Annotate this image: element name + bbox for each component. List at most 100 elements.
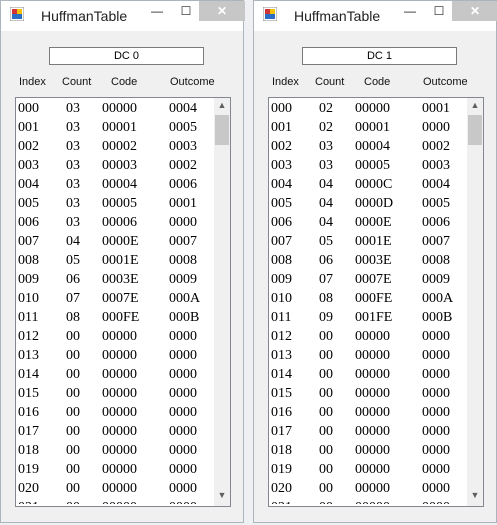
- cell-index: 004: [18, 177, 39, 192]
- cell-count: 03: [66, 158, 80, 173]
- scroll-thumb[interactable]: [215, 115, 229, 145]
- cell-outcome: 0000: [422, 348, 450, 363]
- cell-outcome: 0000: [422, 329, 450, 344]
- cell-index: 014: [18, 367, 39, 382]
- table-row[interactable]: 005 04 0000D 0005: [271, 195, 467, 214]
- scroll-down-arrow-icon[interactable]: ▼: [214, 490, 230, 504]
- table-row[interactable]: 000 02 00000 0001: [271, 100, 467, 119]
- minimize-button[interactable]: —: [144, 1, 170, 21]
- column-header-code: Code: [111, 76, 138, 88]
- table-row[interactable]: 020 00 00000 0000: [271, 480, 467, 499]
- table-row[interactable]: 015 00 00000 0000: [18, 385, 214, 404]
- table-row[interactable]: 009 06 0003E 0009: [18, 271, 214, 290]
- table-row[interactable]: 001 03 00001 0005: [18, 119, 214, 138]
- table-row[interactable]: 017 00 00000 0000: [18, 423, 214, 442]
- table-row[interactable]: 011 08 000FE 000B: [18, 309, 214, 328]
- cell-outcome: 0001: [422, 101, 450, 116]
- cell-index: 019: [18, 462, 39, 477]
- maximize-button[interactable]: ☐: [426, 1, 452, 21]
- cell-outcome: 0000: [422, 500, 450, 504]
- cell-count: 03: [319, 158, 333, 173]
- huffman-table-list[interactable]: 000 03 00000 0004 001 03 00001 0005 002 03 00002…: [15, 97, 231, 507]
- cell-code: 00000: [355, 329, 390, 344]
- table-row[interactable]: 018 00 00000 0000: [18, 442, 214, 461]
- table-row[interactable]: 003 03 00003 0002: [18, 157, 214, 176]
- table-row[interactable]: 017 00 00000 0000: [271, 423, 467, 442]
- vertical-scrollbar[interactable]: ▲ ▼: [467, 98, 483, 506]
- cell-outcome: 0000: [169, 424, 197, 439]
- table-row[interactable]: 007 05 0001E 0007: [271, 233, 467, 252]
- table-row[interactable]: 004 04 0000C 0004: [271, 176, 467, 195]
- table-row[interactable]: 008 06 0003E 0008: [271, 252, 467, 271]
- table-row[interactable]: 010 07 0007E 000A: [18, 290, 214, 309]
- table-row[interactable]: 009 07 0007E 0009: [271, 271, 467, 290]
- cell-count: 02: [319, 101, 333, 116]
- table-row[interactable]: 02100000000000: [18, 499, 214, 504]
- table-row[interactable]: 002 03 00004 0002: [271, 138, 467, 157]
- table-row[interactable]: 015 00 00000 0000: [271, 385, 467, 404]
- table-row[interactable]: 013 00 00000 0000: [18, 347, 214, 366]
- table-row[interactable]: 019 00 00000 0000: [271, 461, 467, 480]
- table-row[interactable]: 001 02 00001 0000: [271, 119, 467, 138]
- minimize-button[interactable]: —: [397, 1, 423, 21]
- table-row[interactable]: 003 03 00005 0003: [271, 157, 467, 176]
- table-row[interactable]: 004 03 00004 0006: [18, 176, 214, 195]
- cell-index: 013: [18, 348, 39, 363]
- cell-code: 00004: [355, 139, 390, 154]
- cell-count: 00: [66, 500, 80, 504]
- vertical-scrollbar[interactable]: ▲ ▼: [214, 98, 230, 506]
- table-row[interactable]: 011 09 001FE 000B: [271, 309, 467, 328]
- column-header-index: Index: [19, 76, 46, 88]
- scroll-up-arrow-icon[interactable]: ▲: [467, 100, 483, 114]
- cell-index: 019: [271, 462, 292, 477]
- cell-count: 05: [66, 253, 80, 268]
- cell-count: 07: [66, 291, 80, 306]
- cell-count: 00: [319, 424, 333, 439]
- cell-code: 00001: [102, 120, 137, 135]
- table-row[interactable]: 020 00 00000 0000: [18, 480, 214, 499]
- table-row[interactable]: 018 00 00000 0000: [271, 442, 467, 461]
- cell-index: 000: [18, 101, 39, 116]
- table-row[interactable]: 000 03 00000 0004: [18, 100, 214, 119]
- table-row[interactable]: 012 00 00000 0000: [271, 328, 467, 347]
- cell-count: 00: [66, 348, 80, 363]
- table-selector-field[interactable]: DC 0: [49, 47, 204, 65]
- table-row[interactable]: 007 04 0000E 0007: [18, 233, 214, 252]
- table-row[interactable]: 006 03 00006 0000: [18, 214, 214, 233]
- cell-count: 04: [66, 234, 80, 249]
- close-button[interactable]: ✕: [452, 1, 497, 21]
- title-bar[interactable]: HuffmanTable — ☐ ✕: [1, 1, 245, 31]
- table-row[interactable]: 008 05 0001E 0008: [18, 252, 214, 271]
- table-row[interactable]: 012 00 00000 0000: [18, 328, 214, 347]
- cell-count: 00: [66, 462, 80, 477]
- cell-code: 00000: [102, 101, 137, 116]
- cell-count: 00: [66, 405, 80, 420]
- scroll-thumb[interactable]: [468, 115, 482, 145]
- scroll-up-arrow-icon[interactable]: ▲: [214, 100, 230, 114]
- cell-code: 00000: [102, 348, 137, 363]
- table-row[interactable]: 014 00 00000 0000: [18, 366, 214, 385]
- close-button[interactable]: ✕: [199, 1, 245, 21]
- table-row[interactable]: 019 00 00000 0000: [18, 461, 214, 480]
- table-row[interactable]: 016 00 00000 0000: [271, 404, 467, 423]
- scroll-down-arrow-icon[interactable]: ▼: [467, 490, 483, 504]
- cell-count: 00: [66, 443, 80, 458]
- table-row[interactable]: 005 03 00005 0001: [18, 195, 214, 214]
- table-row[interactable]: 002 03 00002 0003: [18, 138, 214, 157]
- maximize-button[interactable]: ☐: [173, 1, 199, 21]
- huffman-table-list[interactable]: 000 02 00000 0001 001 02 00001 0000 002 03 00004…: [268, 97, 484, 507]
- table-row[interactable]: 014 00 00000 0000: [271, 366, 467, 385]
- table-row[interactable]: 013 00 00000 0000: [271, 347, 467, 366]
- cell-code: 000FE: [102, 310, 140, 325]
- table-row[interactable]: 02100000000000: [271, 499, 467, 504]
- cell-code: 000FE: [355, 291, 393, 306]
- title-bar[interactable]: HuffmanTable — ☐ ✕: [254, 1, 497, 31]
- cell-index: 007: [18, 234, 39, 249]
- table-selector-field[interactable]: DC 1: [302, 47, 457, 65]
- cell-code: 0000E: [102, 234, 139, 249]
- table-row[interactable]: 010 08 000FE 000A: [271, 290, 467, 309]
- cell-code: 00004: [102, 177, 137, 192]
- cell-code: 00000: [355, 405, 390, 420]
- table-row[interactable]: 016 00 00000 0000: [18, 404, 214, 423]
- table-row[interactable]: 006 04 0000E 0006: [271, 214, 467, 233]
